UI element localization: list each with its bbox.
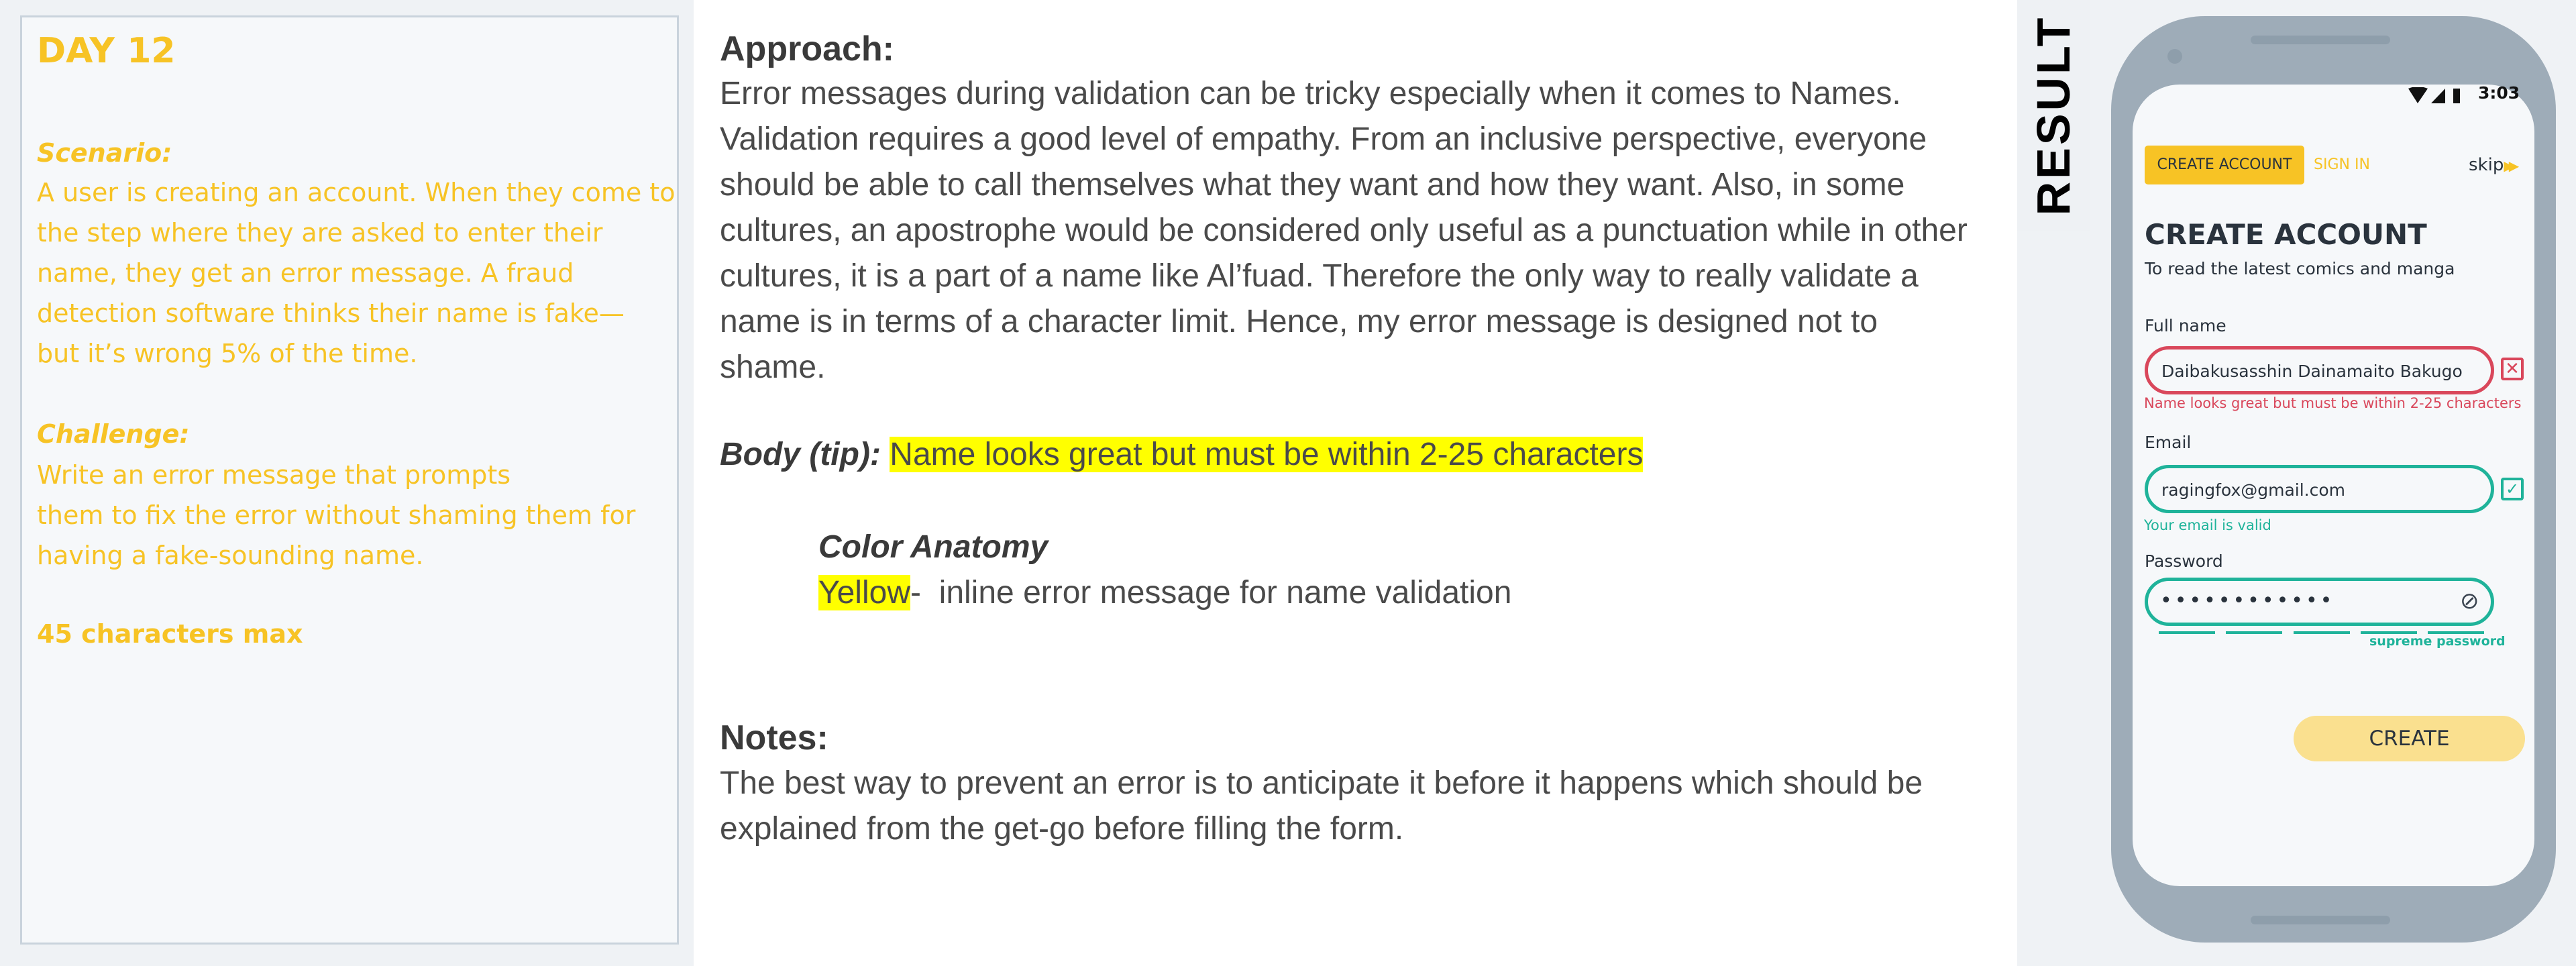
fullname-value: Daibakusasshin Dainamaito Bakugo [2161,362,2463,381]
text-line: having a fake-sounding name. [37,541,424,570]
email-label: Email [2145,433,2192,452]
status-icons [2408,87,2460,103]
text-line: The best way to prevent an error is to a… [720,765,1923,801]
text-line: them to fix the error without shaming th… [37,500,636,530]
status-time: 3:03 [2478,83,2520,103]
fullname-input[interactable]: Daibakusasshin Dainamaito Bakugo [2145,346,2494,394]
signal-icon [2431,89,2445,103]
text-line: the step where they are asked to enter t… [37,218,603,248]
text-line: explained from the get-go before filling… [720,811,1404,847]
strength-segment [2159,631,2215,634]
color-description: - inline error message for name validati… [910,575,1512,610]
email-valid-message: Your email is valid [2144,517,2271,533]
strength-segment [2226,631,2283,634]
screen-title: CREATE ACCOUNT [2145,218,2427,251]
day-title: DAY 12 [37,31,176,71]
result-label: RESULT [2027,15,2080,216]
text-line: but it’s wrong 5% of the time. [37,339,418,368]
color-anatomy-item: Yellow- inline error message for name va… [818,570,1511,616]
text-line: detection software thinks their name is … [37,299,625,328]
fast-forward-icon: ▶▶ [2504,158,2519,174]
create-button[interactable]: CREATE [2294,716,2525,761]
text-line: Write an error message that prompts [37,460,511,490]
notes-heading: Notes: [720,718,828,757]
password-label: Password [2145,551,2223,571]
fullname-error: Name looks great but must be within 2-25… [2144,395,2522,411]
skip-label: skip [2469,155,2504,175]
home-bar [2251,916,2390,924]
text-line: Error messages during validation can be … [720,76,1901,111]
body-tip: Body (tip): Name looks great but must be… [720,432,1644,478]
email-value: ragingfox@gmail.com [2161,480,2346,500]
approach-heading: Approach: [720,30,894,68]
scenario-heading: Scenario: [37,138,172,168]
valid-check-icon: ✓ [2501,478,2524,500]
screen-subtitle: To read the latest comics and manga [2145,259,2455,278]
result-label-box: RESULT [2017,0,2090,231]
eye-off-icon[interactable]: ⊘ [2460,588,2479,614]
password-strength-label: supreme password [2369,634,2506,649]
color-swatch-label: Yellow [818,575,910,610]
text-line: should be able to call themselves what t… [720,167,1905,203]
challenge-text: Write an error message that prompts them… [37,455,635,576]
text-line: cultures, it is a part of a name like Al… [720,258,1919,294]
password-value: •••••••••••• [2160,589,2335,612]
email-input[interactable]: ragingfox@gmail.com [2145,465,2494,513]
notes-text: The best way to prevent an error is to a… [720,761,1923,852]
tab-sign-in[interactable]: SIGN IN [2314,146,2370,184]
error-x-icon: ✕ [2501,358,2524,380]
camera [2167,49,2182,64]
character-limit: 45 characters max [37,619,303,649]
text-line: Validation requires a good level of empa… [720,121,1927,157]
strength-segment [2293,631,2350,634]
fullname-label: Full name [2145,316,2226,335]
password-input[interactable]: •••••••••••• ⊘ [2145,578,2494,626]
color-anatomy-heading: Color Anatomy [818,529,1049,565]
text-line: name, they get an error message. A fraud [37,258,574,288]
battery-icon [2453,89,2460,103]
speaker-top [2251,36,2390,44]
wifi-icon [2408,87,2428,103]
text-line: shame. [720,350,826,385]
body-tip-label: Body (tip): [720,437,881,472]
text-line: cultures, an apostrophe would be conside… [720,213,1968,248]
text-line: A user is creating an account. When they… [37,178,676,207]
body-tip-text: Name looks great but must be within 2-25… [890,437,1644,472]
scenario-text: A user is creating an account. When they… [37,172,675,374]
challenge-heading: Challenge: [37,419,190,449]
skip-button[interactable]: skip▶▶ [2469,146,2519,185]
text-line: name is in terms of a character limit. H… [720,304,1878,339]
tab-create-account[interactable]: CREATE ACCOUNT [2145,146,2304,184]
approach-text: Error messages during validation can be … [720,71,1968,390]
